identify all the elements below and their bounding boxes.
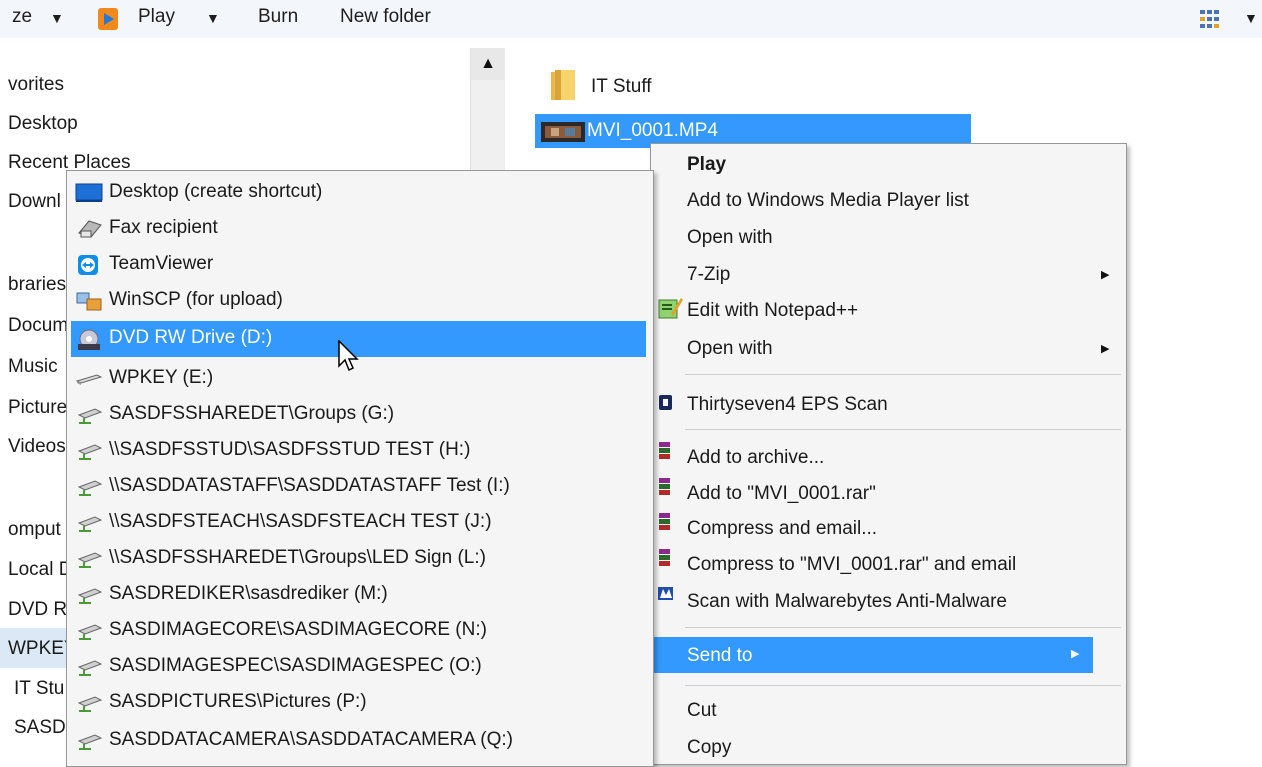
nav-videos[interactable]: Videos <box>8 436 66 458</box>
menu-separator <box>685 374 1121 375</box>
sendto-fax-recipient[interactable]: Fax recipient <box>71 211 646 247</box>
send-to-submenu: Desktop (create shortcut) Fax recipient … <box>66 170 654 767</box>
network-drive-icon <box>75 731 103 751</box>
sendto-drive-h[interactable]: \\SASDFSSTUD\SASDFSSTUD TEST (H:) <box>71 433 646 469</box>
menu-compress-and-email[interactable]: Compress and email... <box>687 518 877 540</box>
network-drive-icon <box>75 477 103 497</box>
thirtyseven4-icon <box>657 394 675 412</box>
sendto-drive-g[interactable]: SASDFSSHAREDET\Groups (G:) <box>71 397 646 433</box>
network-drive-icon <box>75 405 103 425</box>
teamviewer-icon <box>75 255 103 275</box>
nav-pictures[interactable]: Picture <box>8 397 67 419</box>
menu-open-with[interactable]: Open with <box>687 227 773 249</box>
nav-it-stuff[interactable]: IT Stu <box>14 678 64 700</box>
sendto-drive-l[interactable]: \\SASDFSSHAREDET\Groups\LED Sign (L:) <box>71 541 646 577</box>
sendto-teamviewer[interactable]: TeamViewer <box>71 247 646 283</box>
nav-local-disk[interactable]: Local D <box>8 559 72 581</box>
menu-thirtyseven4-scan[interactable]: Thirtyseven4 EPS Scan <box>687 394 888 416</box>
submenu-arrow-icon: ▶ <box>1071 648 1080 660</box>
malwarebytes-icon <box>657 586 675 602</box>
winrar-icon <box>657 513 673 531</box>
scroll-up-arrow-icon[interactable]: ▲ <box>471 48 505 80</box>
winrar-icon <box>657 442 673 460</box>
menu-separator <box>685 627 1121 628</box>
nav-libraries[interactable]: braries <box>8 274 66 296</box>
sendto-winscp[interactable]: WinSCP (for upload) <box>71 283 646 319</box>
play-icon <box>98 8 124 30</box>
menu-send-to[interactable]: Send to ▶ <box>653 637 1093 673</box>
menu-send-to-label: Send to <box>687 645 753 666</box>
sendto-drive-j[interactable]: \\SASDFSTEACH\SASDFSTEACH TEST (J:) <box>71 505 646 541</box>
menu-separator <box>685 429 1121 430</box>
winrar-icon <box>657 549 673 567</box>
nav-downloads[interactable]: Downl <box>8 191 61 213</box>
video-file-icon <box>541 122 585 142</box>
network-drive-icon <box>75 621 103 641</box>
network-drive-icon <box>75 441 103 461</box>
menu-copy[interactable]: Copy <box>687 737 731 759</box>
menu-play[interactable]: Play <box>687 154 726 176</box>
winscp-icon <box>75 291 103 311</box>
menu-compress-to-rar-email[interactable]: Compress to "MVI_0001.rar" and email <box>687 554 1016 576</box>
context-menu: Play Add to Windows Media Player list Op… <box>650 143 1127 765</box>
folder-label: IT Stuff <box>591 76 652 97</box>
nav-desktop[interactable]: Desktop <box>8 113 78 135</box>
file-label: MVI_0001.MP4 <box>587 120 718 141</box>
nav-music[interactable]: Music <box>8 356 58 378</box>
menu-add-to-wmp-list[interactable]: Add to Windows Media Player list <box>687 190 969 212</box>
sendto-drive-q[interactable]: SASDDATACAMERA\SASDDATACAMERA (Q:) <box>71 723 646 759</box>
notepadpp-icon <box>657 296 683 320</box>
new-folder-button[interactable]: New folder <box>340 6 431 28</box>
menu-edit-notepadpp[interactable]: Edit with Notepad++ <box>687 300 858 322</box>
network-drive-icon <box>75 657 103 677</box>
menu-7zip[interactable]: 7-Zip <box>687 264 730 286</box>
menu-add-to-archive[interactable]: Add to archive... <box>687 447 824 469</box>
burn-button[interactable]: Burn <box>258 6 298 28</box>
play-button[interactable]: Play <box>138 6 175 28</box>
play-dropdown-icon[interactable]: ▼ <box>206 10 220 26</box>
desktop-icon <box>75 183 103 203</box>
organize-dropdown-icon[interactable]: ▼ <box>50 10 64 26</box>
dvd-drive-icon <box>75 329 103 350</box>
menu-scan-malwarebytes[interactable]: Scan with Malwarebytes Anti-Malware <box>687 591 1007 613</box>
menu-add-to-rar[interactable]: Add to "MVI_0001.rar" <box>687 483 876 505</box>
submenu-arrow-icon: ▶ <box>1101 343 1110 355</box>
network-drive-icon <box>75 513 103 533</box>
command-bar: ze ▼ Play ▼ Burn New folder ▼ <box>0 0 1262 38</box>
menu-cut[interactable]: Cut <box>687 700 717 722</box>
submenu-arrow-icon: ▶ <box>1101 269 1110 281</box>
mouse-pointer-icon <box>338 339 360 374</box>
sendto-drive-o[interactable]: SASDIMAGESPEC\SASDIMAGESPEC (O:) <box>71 649 646 685</box>
sendto-drive-n[interactable]: SASDIMAGECORE\SASDIMAGECORE (N:) <box>71 613 646 649</box>
winrar-icon <box>657 478 673 496</box>
view-options-icon[interactable] <box>1200 10 1220 28</box>
sendto-drive-i[interactable]: \\SASDDATASTAFF\SASDDATASTAFF Test (I:) <box>71 469 646 505</box>
network-drive-icon <box>75 549 103 569</box>
sendto-desktop[interactable]: Desktop (create shortcut) <box>71 175 646 211</box>
network-drive-icon <box>75 693 103 713</box>
menu-separator <box>685 685 1121 686</box>
nav-dvd-drive[interactable]: DVD R <box>8 599 67 621</box>
menu-open-with-sub[interactable]: Open with <box>687 338 773 360</box>
view-dropdown-icon[interactable]: ▼ <box>1244 10 1258 26</box>
nav-documents[interactable]: Docum <box>8 315 68 337</box>
sendto-drive-m[interactable]: SASDREDIKER\sasdrediker (M:) <box>71 577 646 613</box>
fax-icon <box>75 219 103 239</box>
usb-drive-icon <box>75 369 103 389</box>
sendto-drive-p[interactable]: SASDPICTURES\Pictures (P:) <box>71 685 646 721</box>
network-drive-icon <box>75 585 103 605</box>
nav-favorites[interactable]: vorites <box>8 74 64 96</box>
nav-computer[interactable]: omput <box>8 519 61 541</box>
folder-icon <box>549 68 579 102</box>
organize-button[interactable]: ze <box>12 6 32 28</box>
